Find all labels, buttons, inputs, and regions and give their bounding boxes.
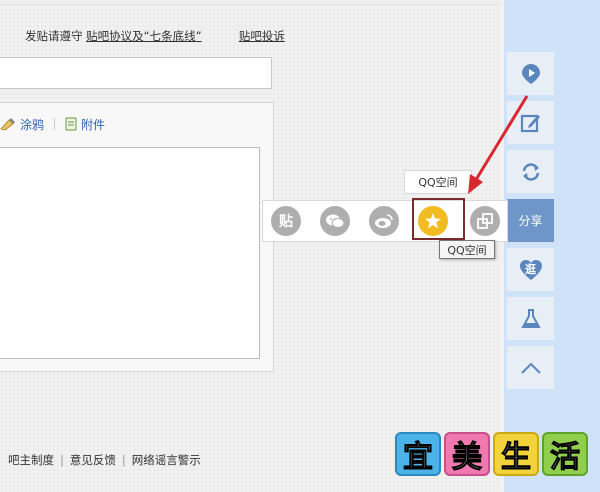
attachment-icon (65, 117, 77, 131)
watermark-char: 生 (493, 432, 539, 476)
toolbar-separator (54, 118, 56, 130)
heart-icon: 逛 (519, 259, 543, 281)
footer-separator: | (60, 453, 64, 467)
footer-link-moderator-rules[interactable]: 吧主制度 (8, 453, 54, 467)
watermark-char: 美 (444, 432, 490, 476)
rail-share-button[interactable]: 分享 (507, 199, 554, 242)
guang-label: 逛 (525, 262, 536, 276)
edit-icon (520, 112, 542, 134)
footer-link-rumor-warning[interactable]: 网络谣言警示 (132, 453, 201, 467)
post-title-input[interactable] (0, 57, 272, 89)
annotation-highlight-box (412, 198, 465, 240)
attachment-label: 附件 (81, 117, 106, 132)
doodle-icon (0, 117, 16, 131)
flask-icon (520, 308, 541, 330)
share-popup-title-tooltip: QQ空间 (404, 170, 472, 194)
divider (0, 4, 500, 5)
rail-edit-button[interactable] (507, 101, 554, 144)
qzone-hover-tooltip: QQ空间 (439, 240, 495, 259)
watermark-char: 宜 (395, 432, 441, 476)
doodle-button[interactable]: 涂鸦 (0, 116, 44, 133)
rail-refresh-button[interactable] (507, 150, 554, 193)
rail-share-label: 分享 (518, 214, 543, 228)
posting-rules-notice: 发贴请遵守 贴吧协议及“七条底线” 贴吧投诉 (25, 28, 285, 44)
copy-link-icon (476, 212, 494, 230)
chevron-up-icon (520, 361, 542, 375)
rail-guang-button[interactable]: 逛 (507, 248, 554, 291)
doodle-label: 涂鸦 (20, 117, 45, 132)
tieba-agreement-link[interactable]: 贴吧协议及“七条底线” (86, 29, 201, 43)
post-form-panel: 发贴请遵守 贴吧协议及“七条底线” 贴吧投诉 涂鸦 附件 吧主制度 | 意见反馈 | 网… (0, 0, 500, 492)
share-tieba-button[interactable]: 贴 (271, 206, 301, 236)
share-weibo-button[interactable] (369, 206, 399, 236)
rail-back-to-top-button[interactable] (507, 346, 554, 389)
footer-separator: | (121, 453, 126, 467)
tieba-report-link[interactable]: 贴吧投诉 (239, 29, 285, 43)
footer-links: 吧主制度 | 意见反馈 | 网络谣言警示 (8, 452, 201, 468)
tieba-icon: 贴 (279, 214, 293, 230)
watermark-char: 活 (542, 432, 588, 476)
post-content-editor[interactable] (0, 147, 260, 359)
watermark-logo: 宜 美 生 活 (395, 432, 588, 476)
refresh-icon (520, 161, 542, 183)
editor-toolbar: 涂鸦 附件 (0, 114, 105, 134)
share-copy-link-button[interactable] (470, 206, 500, 236)
play-icon (521, 63, 541, 85)
attachment-button[interactable]: 附件 (65, 116, 105, 133)
weibo-icon (374, 213, 394, 229)
rules-prefix: 发贴请遵守 (25, 29, 83, 43)
wechat-icon (325, 213, 345, 229)
rail-play-button[interactable] (507, 52, 554, 95)
footer-link-feedback[interactable]: 意见反馈 (70, 453, 116, 467)
share-wechat-button[interactable] (320, 206, 350, 236)
rail-lab-button[interactable] (507, 297, 554, 340)
